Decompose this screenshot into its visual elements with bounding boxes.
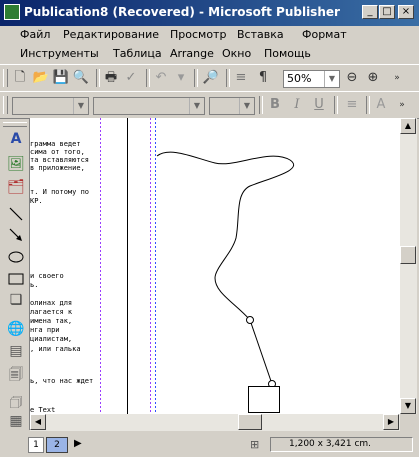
toolbar-grip[interactable] <box>3 122 27 127</box>
menu-insert[interactable]: Вставка <box>237 28 284 41</box>
object-position-icon: ⊞ <box>250 438 260 451</box>
line-icon[interactable] <box>7 205 25 223</box>
position-panel: 1,200 x 3,421 cm. <box>270 437 413 452</box>
autoshapes-icon[interactable]: ❏ <box>7 291 25 309</box>
curve-handle[interactable] <box>246 316 254 324</box>
menu-table[interactable]: Таблица <box>113 47 162 60</box>
toolbar-options-icon[interactable]: » <box>388 69 406 87</box>
hot-spot-icon[interactable]: 🌐 <box>7 320 25 338</box>
page-number: 1 <box>33 440 39 450</box>
window-title: Publication8 (Recovered) - Microsoft Pub… <box>24 5 340 19</box>
zoom-out-icon[interactable]: ⊖ <box>343 69 361 87</box>
menu-edit[interactable]: Редактирование <box>63 28 159 41</box>
print-preview-icon[interactable]: 🔎 <box>202 69 220 87</box>
menu-help[interactable]: Помощь <box>264 47 311 60</box>
undo-dropdown-icon[interactable]: ▾ <box>172 69 190 87</box>
toolbar-separator <box>226 69 230 87</box>
horizontal-scrollbar-row: ◀ ▶ <box>0 414 419 432</box>
form-control-icon[interactable]: ▤ <box>7 342 25 360</box>
chevron-down-icon[interactable]: ▼ <box>189 98 204 114</box>
horizontal-scrollbar[interactable]: ◀ ▶ <box>30 414 400 431</box>
arrow-icon[interactable] <box>7 226 25 244</box>
columns-icon[interactable]: ≡ <box>232 69 250 87</box>
spelling-icon[interactable]: ✓ <box>122 69 140 87</box>
menu-bar-row2: Инструменты Таблица Arrange Окно Помощь <box>0 45 419 64</box>
toolbar-separator <box>96 69 100 87</box>
chevron-down-icon[interactable]: ▼ <box>239 98 254 114</box>
save-icon[interactable]: 💾 <box>52 69 70 87</box>
design-gallery-icon[interactable]: 🗇 <box>7 394 25 412</box>
scroll-left-button[interactable]: ◀ <box>30 414 46 430</box>
menu-view[interactable]: Просмотр <box>170 28 226 41</box>
undo-icon[interactable]: ↶ <box>152 69 170 87</box>
toolbar-options-icon[interactable]: » <box>393 96 411 114</box>
scroll-down-button[interactable]: ▼ <box>400 398 416 414</box>
menu-tools[interactable]: Инструменты <box>20 47 99 60</box>
picture-frame-icon[interactable]: 🖼 <box>7 155 25 173</box>
menu-format[interactable]: Формат <box>302 28 347 41</box>
clip-art-icon[interactable]: 🗂 <box>7 178 25 196</box>
page-1-button[interactable]: 1 <box>28 437 44 453</box>
toolbar-separator <box>259 96 263 114</box>
chevron-down-icon[interactable]: ▼ <box>324 71 339 87</box>
rectangle-icon[interactable] <box>7 270 25 288</box>
font-combo[interactable]: ▼ <box>93 97 205 115</box>
minimize-button[interactable]: _ <box>362 5 378 19</box>
zoom-in-icon[interactable]: ⊕ <box>364 69 382 87</box>
align-icon[interactable]: ≡ <box>343 96 361 114</box>
menu-file[interactable]: Файл <box>20 28 50 41</box>
zoom-value: 50% <box>287 72 312 85</box>
html-fragment-icon[interactable]: 🗐 <box>7 366 25 384</box>
freeform-curve[interactable] <box>156 151 294 321</box>
italic-icon[interactable]: I <box>288 96 306 114</box>
chevron-down-icon[interactable]: ▼ <box>73 98 88 114</box>
vertical-scrollbar[interactable]: ▲ ▼ <box>400 118 417 414</box>
menu-arrange[interactable]: Arrange <box>170 47 214 60</box>
toolbar-separator <box>366 96 370 114</box>
open-icon[interactable]: 📂 <box>32 69 50 87</box>
bold-icon[interactable]: B <box>266 96 284 114</box>
paragraph-marks-icon[interactable]: ¶ <box>254 69 272 87</box>
oval-icon[interactable] <box>7 248 25 266</box>
print-icon[interactable]: 🖶 <box>102 69 120 87</box>
maximize-button[interactable]: □ <box>379 5 395 19</box>
zoom-combo[interactable]: 50% ▼ <box>283 70 340 88</box>
underline-icon[interactable]: U <box>310 96 328 114</box>
formatting-toolbar: ▼ ▼ ▼ B I U ≡ A » <box>0 91 419 119</box>
new-icon[interactable]: 🗋 <box>11 69 29 87</box>
page-number: 2 <box>54 440 60 450</box>
cursor-position: 1,200 x 3,421 cm. <box>289 439 372 449</box>
connector-line[interactable] <box>249 319 273 385</box>
scroll-thumb[interactable] <box>238 414 262 430</box>
menu-window[interactable]: Окно <box>222 47 251 60</box>
title-bar: Publication8 (Recovered) - Microsoft Pub… <box>0 0 419 26</box>
document-workspace[interactable]: грамма ведет сима от того, та вставляютс… <box>30 118 400 414</box>
font-size-combo[interactable]: ▼ <box>209 97 255 115</box>
scroll-thumb[interactable] <box>400 246 416 264</box>
toolbar-separator <box>334 96 338 114</box>
objects-toolbar: A 🖼 🗂 ❏ 🌐 ▤ 🗐 🗇 ▦ <box>0 118 30 430</box>
style-combo[interactable]: ▼ <box>12 97 89 115</box>
publisher-app-icon[interactable] <box>4 4 20 20</box>
shape-box[interactable] <box>248 386 280 413</box>
menu-bar: Файл Редактирование Просмотр Вставка Фор… <box>0 26 419 45</box>
text-box-icon[interactable]: A <box>7 130 25 148</box>
scroll-right-button[interactable]: ▶ <box>383 414 399 430</box>
toolbar-grip[interactable] <box>3 96 8 114</box>
standard-toolbar: 🗋 📂 💾 🔍 🖶 ✓ ↶ ▾ 🔎 ≡ ¶ 50% ▼ ⊖ ⊕ » <box>0 64 419 92</box>
toolbar-separator <box>194 69 198 87</box>
page-canvas[interactable] <box>30 118 400 414</box>
toolbar-grip[interactable] <box>3 69 8 87</box>
status-bar: 1 2 ▶ ⊞ 1,200 x 3,421 cm. <box>0 432 419 457</box>
font-color-icon[interactable]: A <box>372 96 390 114</box>
close-button[interactable]: × <box>398 5 414 19</box>
page-2-button[interactable]: 2 <box>46 437 68 453</box>
scroll-up-button[interactable]: ▲ <box>400 118 416 134</box>
toolbar-separator <box>146 69 150 87</box>
next-page-arrow-icon[interactable]: ▶ <box>74 438 82 449</box>
search-file-icon[interactable]: 🔍 <box>72 69 90 87</box>
